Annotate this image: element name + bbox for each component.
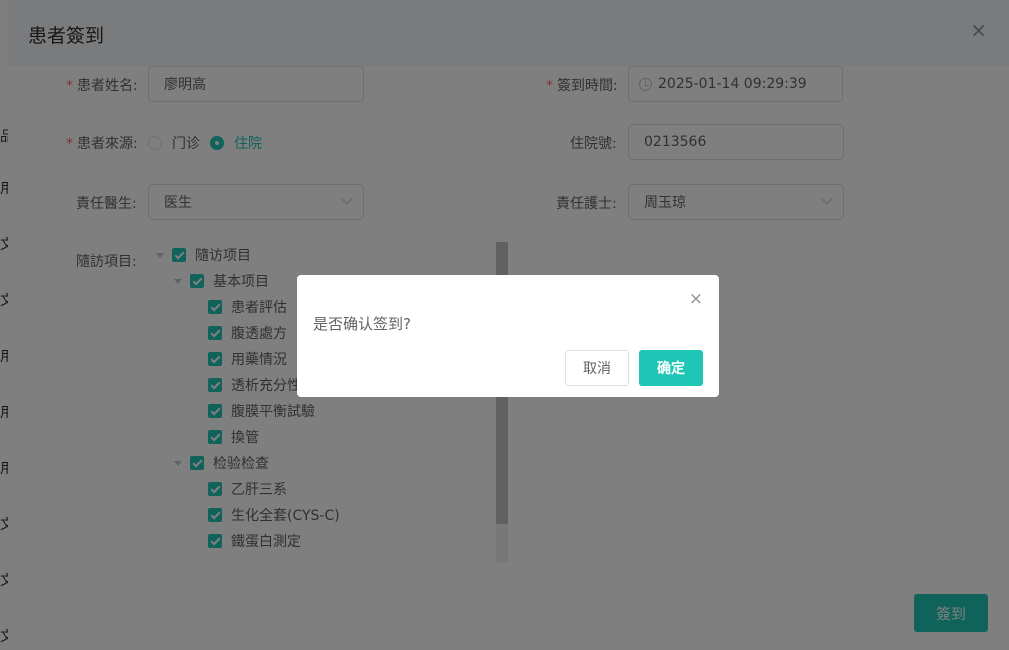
close-icon[interactable]: ×: [689, 289, 703, 309]
confirm-dialog: × 是否确认签到? 取消 确定: [297, 275, 719, 397]
confirm-button[interactable]: 确定: [639, 350, 703, 386]
cancel-button[interactable]: 取消: [565, 350, 629, 386]
confirm-message: 是否确认签到?: [313, 315, 411, 333]
